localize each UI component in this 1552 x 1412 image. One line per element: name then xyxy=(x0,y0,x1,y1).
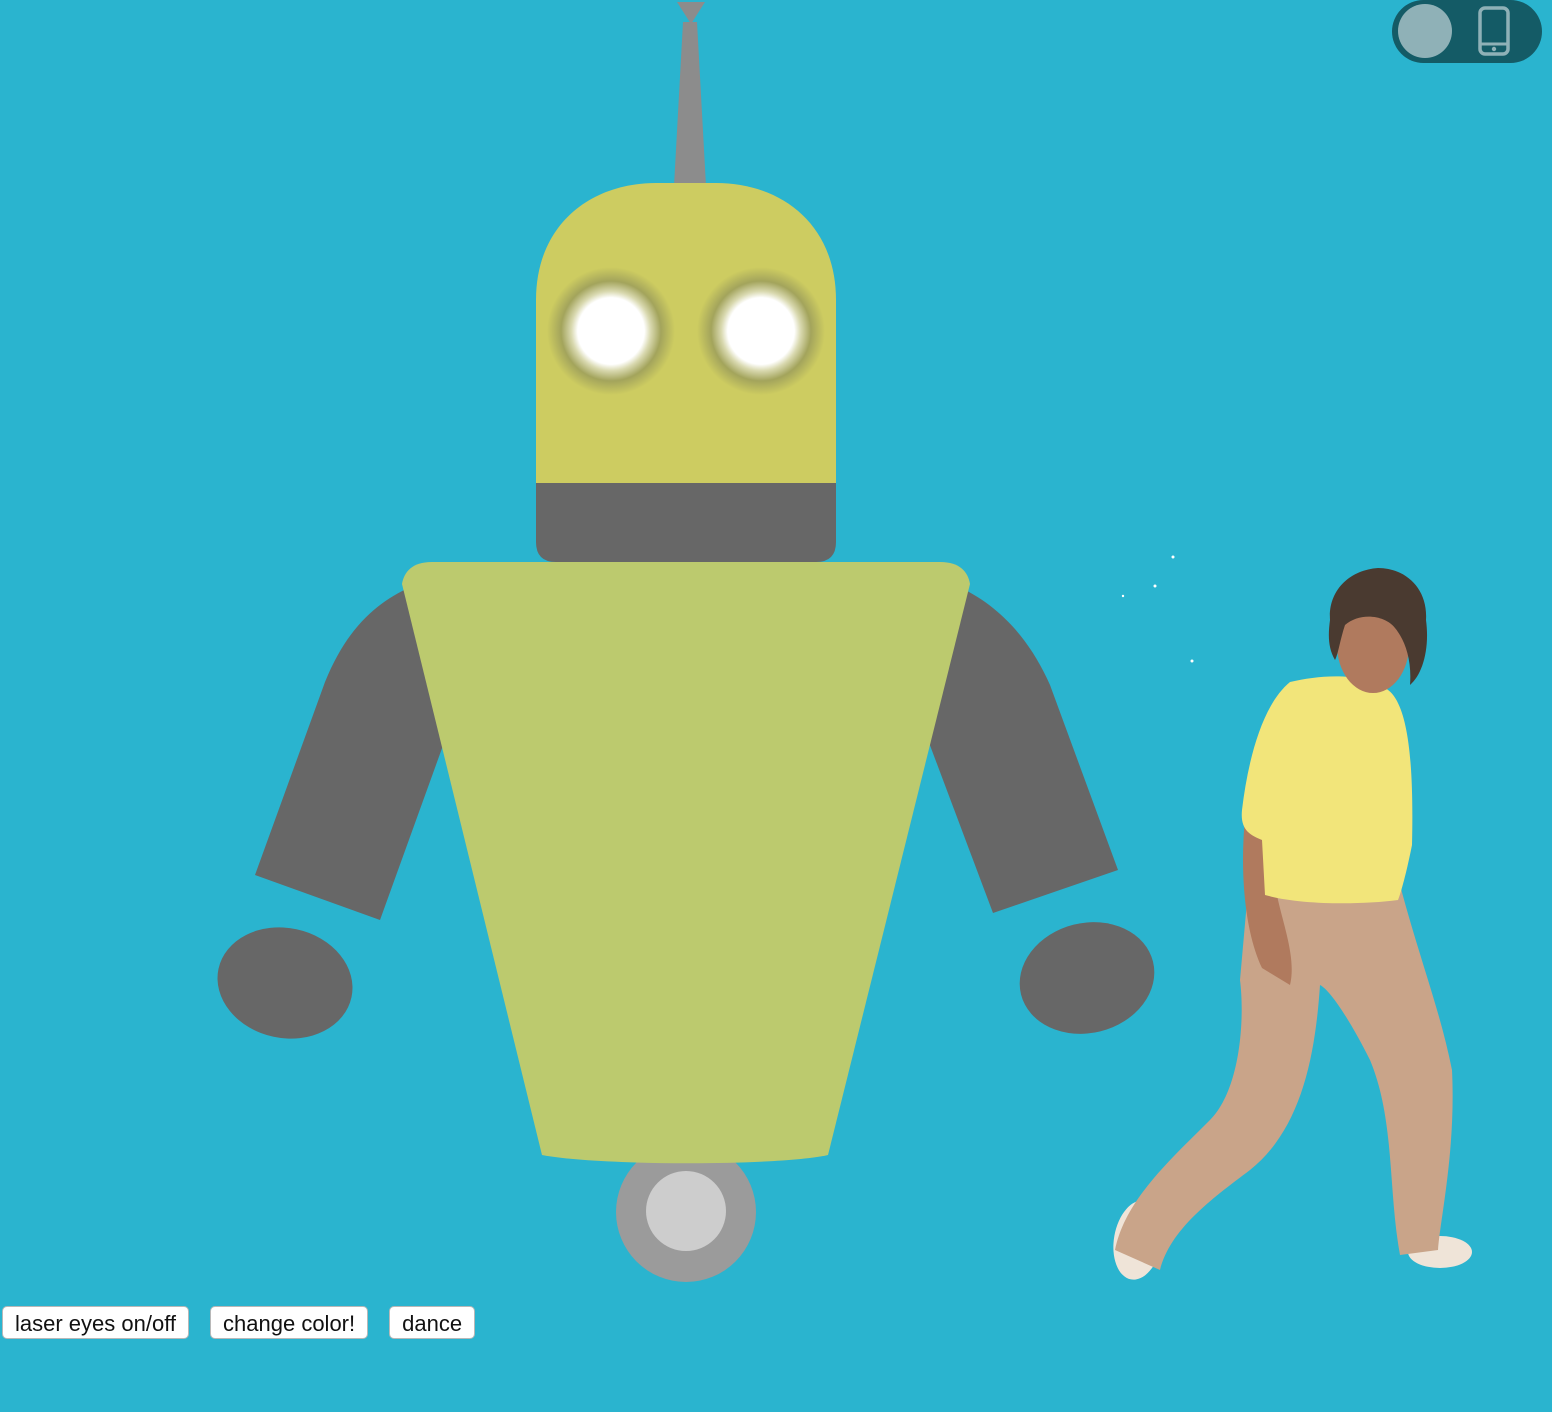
robot-scene xyxy=(0,0,1552,1412)
robot-left-eye xyxy=(547,267,675,395)
laser-eyes-toggle-button[interactable]: laser eyes on/off xyxy=(2,1306,190,1339)
device-mode-toggle[interactable] xyxy=(1392,0,1542,63)
sparkle xyxy=(1190,659,1194,663)
phone-icon xyxy=(1478,6,1510,56)
sparkle xyxy=(1171,555,1175,559)
robot-wheel-hub xyxy=(646,1171,726,1251)
toggle-knob[interactable] xyxy=(1398,4,1452,58)
dance-button[interactable]: dance xyxy=(389,1306,476,1339)
sparkle xyxy=(1153,584,1157,588)
app-stage: laser eyes on/off change color! dance xyxy=(0,0,1552,1412)
change-color-button[interactable]: change color! xyxy=(210,1306,369,1339)
control-buttons: laser eyes on/off change color! dance xyxy=(2,1306,476,1339)
robot-right-eye xyxy=(697,267,825,395)
sparkle xyxy=(1121,594,1125,598)
robot-jaw xyxy=(536,482,836,562)
